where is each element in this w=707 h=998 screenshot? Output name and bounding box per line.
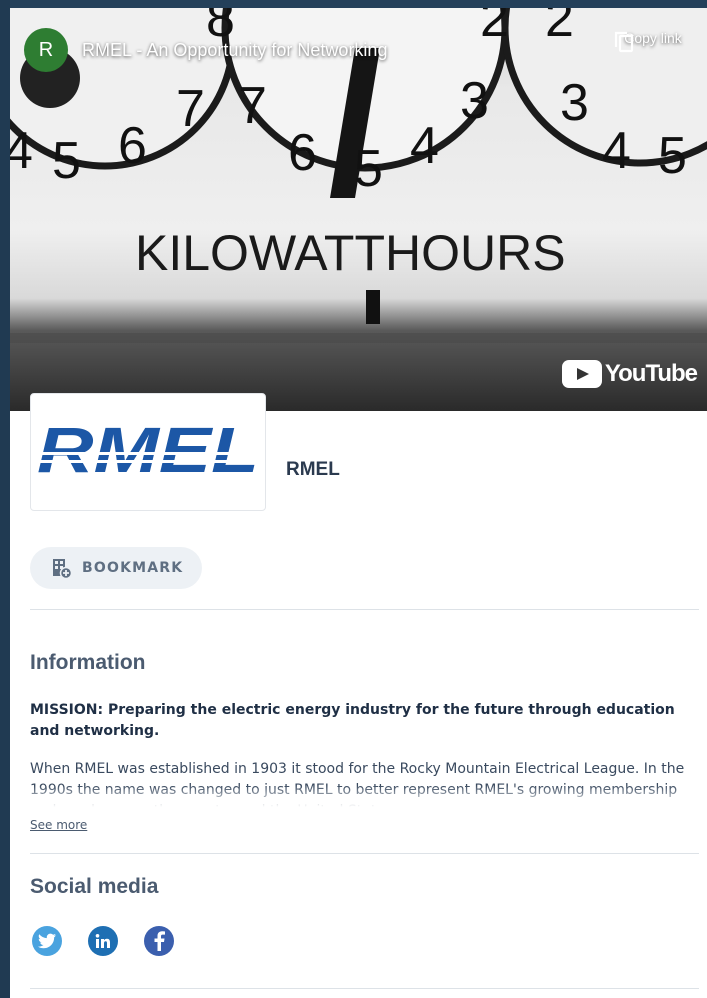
dial-digit: 3 [560, 74, 589, 132]
dial-digit: 4 [602, 122, 631, 180]
social-media-heading: Social media [30, 875, 159, 898]
copy-icon [614, 31, 634, 53]
youtube-wordmark: YouTube [604, 360, 698, 387]
facebook-link[interactable] [144, 926, 174, 956]
social-links [32, 926, 200, 956]
linkedin-icon [95, 934, 110, 948]
dial-digit: 3 [460, 72, 489, 130]
company-detail-panel: 4 5 6 7 8 7 6 5 4 3 2 2 3 4 5 KILOWATTHO… [10, 8, 707, 998]
facebook-icon [154, 931, 165, 951]
dial-digit: 4 [410, 117, 439, 175]
youtube-logo[interactable]: YouTube [561, 360, 698, 388]
bookmark-building-icon [53, 559, 72, 579]
company-name: RMEL [286, 459, 340, 480]
dial-digit: 2 [480, 8, 509, 48]
video-player[interactable]: 4 5 6 7 8 7 6 5 4 3 2 2 3 4 5 KILOWATTHO… [10, 8, 707, 411]
information-heading: Information [30, 651, 146, 674]
copy-link-button[interactable]: Copy link [613, 30, 693, 53]
video-title[interactable]: RMEL - An Opportunity for Networking [82, 40, 387, 61]
dial-digit: 7 [176, 80, 205, 138]
youtube-play-icon [561, 360, 602, 388]
window-top-edge [0, 0, 707, 8]
window-left-edge [0, 0, 10, 998]
bookmark-label: BOOKMARK [82, 560, 184, 576]
dial-digit: 5 [658, 127, 687, 185]
divider [30, 853, 699, 854]
company-description: When RMEL was established in 1903 it sto… [30, 761, 685, 807]
see-more-link[interactable]: See more [30, 818, 87, 832]
linkedin-link[interactable] [88, 926, 118, 956]
dial-digit: 6 [288, 124, 317, 182]
mission-statement: MISSION: Preparing the electric energy i… [30, 702, 675, 739]
dial-digit: 5 [52, 132, 81, 190]
twitter-icon [38, 933, 56, 949]
channel-avatar[interactable]: R [24, 28, 68, 72]
video-title-row: R RMEL - An Opportunity for Networking [24, 28, 387, 72]
meter-label: KILOWATTHOURS [135, 225, 566, 281]
dial-digit: 6 [118, 117, 147, 175]
dial-digit: 2 [545, 8, 574, 48]
dial-digit: 7 [238, 77, 267, 135]
rmel-logo-image: RMEL [37, 414, 261, 486]
bookmark-button[interactable]: BOOKMARK [30, 547, 202, 589]
company-logo: RMEL [30, 393, 266, 511]
divider [30, 988, 699, 989]
divider [30, 609, 699, 610]
twitter-link[interactable] [32, 926, 62, 956]
dial-digit: 5 [354, 140, 383, 198]
dial-digit: 4 [10, 122, 33, 180]
rmel-logo-lettering: RMEL [37, 414, 259, 486]
